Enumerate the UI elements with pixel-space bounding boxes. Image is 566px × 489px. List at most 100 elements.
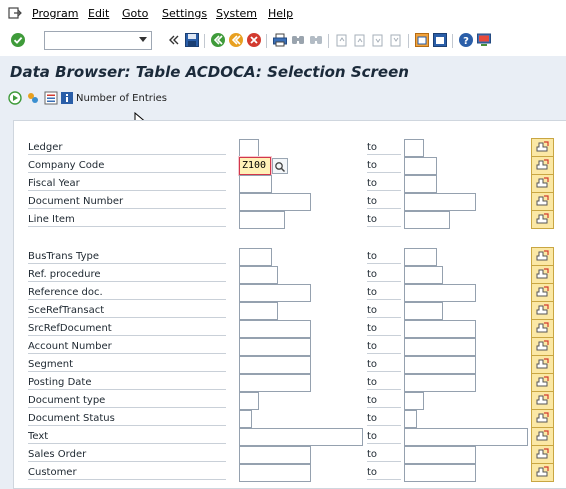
multiple-selection-button[interactable] <box>531 373 554 392</box>
next-page-icon[interactable] <box>370 32 386 48</box>
multiple-selection-button[interactable] <box>531 301 554 320</box>
multiple-selection-button[interactable] <box>531 319 554 338</box>
menu-system[interactable]: System <box>216 7 257 20</box>
high-value-input[interactable] <box>404 175 437 193</box>
low-value-input[interactable] <box>239 464 311 482</box>
high-value-input[interactable] <box>404 410 417 428</box>
low-value-input[interactable] <box>239 175 272 193</box>
menu-settings[interactable]: Settings <box>162 7 207 20</box>
menu-goto[interactable]: Goto <box>122 7 148 20</box>
high-value-input[interactable] <box>404 356 476 374</box>
multiple-selection-button[interactable] <box>531 427 554 446</box>
menu-help[interactable]: Help <box>268 7 293 20</box>
low-value-input[interactable] <box>239 410 252 428</box>
high-value-input[interactable] <box>404 392 424 410</box>
to-label: to <box>367 467 401 480</box>
multiple-selection-icon <box>536 159 549 170</box>
low-value-input[interactable] <box>239 446 311 464</box>
print-icon[interactable] <box>272 32 288 48</box>
to-label: to <box>367 305 401 318</box>
high-value-input[interactable] <box>404 284 476 302</box>
high-value-input[interactable] <box>404 464 476 482</box>
multiple-selection-button[interactable] <box>531 265 554 284</box>
help-icon[interactable]: ? <box>458 32 474 48</box>
last-page-icon[interactable] <box>388 32 404 48</box>
exit-app-icon[interactable] <box>8 6 22 20</box>
low-value-input[interactable]: Z100 <box>239 157 271 175</box>
to-label: to <box>367 395 401 408</box>
low-value-input[interactable] <box>239 338 311 356</box>
high-value-input[interactable] <box>404 446 476 464</box>
high-value-input[interactable] <box>404 302 443 320</box>
execute-icon[interactable] <box>8 91 22 105</box>
multiple-selection-button[interactable] <box>531 174 554 193</box>
enter-check-icon[interactable] <box>10 32 26 48</box>
low-value-input[interactable] <box>239 356 311 374</box>
exit-icon[interactable] <box>228 32 244 48</box>
multiple-selection-button[interactable] <box>531 391 554 410</box>
menu-program[interactable]: Program <box>32 7 78 20</box>
multiple-selection-button[interactable] <box>531 283 554 302</box>
high-value-input[interactable] <box>404 428 528 446</box>
low-value-input[interactable] <box>239 392 259 410</box>
multiple-selection-button[interactable] <box>531 445 554 464</box>
high-value-input[interactable] <box>404 193 476 211</box>
high-value-input[interactable] <box>404 374 476 392</box>
customize-layout-icon[interactable] <box>476 32 492 48</box>
find-next-icon[interactable] <box>308 32 324 48</box>
multiple-selection-button[interactable] <box>531 409 554 428</box>
low-value-input[interactable] <box>239 211 285 229</box>
previous-page-icon[interactable] <box>352 32 368 48</box>
low-value-input[interactable] <box>239 248 272 266</box>
info-icon[interactable] <box>60 91 74 105</box>
new-session-icon[interactable] <box>414 32 430 48</box>
low-value-input[interactable] <box>239 284 311 302</box>
multiple-selection-button[interactable] <box>531 138 554 157</box>
multiple-selection-button[interactable] <box>531 192 554 211</box>
low-value-input[interactable] <box>239 302 278 320</box>
number-of-entries-button[interactable]: Number of Entries <box>76 93 167 104</box>
selection-row-reference-doc: Reference doc. to <box>14 283 566 302</box>
multiple-selection-button[interactable] <box>531 355 554 374</box>
field-label: Account Number <box>28 341 226 354</box>
high-value-input[interactable] <box>404 157 437 175</box>
shortcut-icon[interactable] <box>432 32 448 48</box>
get-variant-icon[interactable] <box>26 91 40 105</box>
to-label: to <box>367 142 401 155</box>
low-value-input[interactable] <box>239 266 278 284</box>
menu-edit[interactable]: Edit <box>88 7 109 20</box>
multiple-selection-button[interactable] <box>531 210 554 229</box>
chevron-down-icon[interactable] <box>139 37 147 42</box>
save-icon[interactable] <box>184 32 200 48</box>
first-page-icon[interactable] <box>334 32 350 48</box>
high-value-input[interactable] <box>404 248 437 266</box>
cancel-icon[interactable] <box>246 32 262 48</box>
multiple-selection-button[interactable] <box>531 247 554 266</box>
low-value-input[interactable] <box>239 374 311 392</box>
toolbar-separator <box>328 34 329 48</box>
selection-row-fiscal-year: Fiscal Year to <box>14 174 566 193</box>
low-value-input[interactable] <box>239 193 311 211</box>
value-help-button[interactable] <box>272 158 288 174</box>
low-value-input[interactable] <box>239 428 363 446</box>
multiple-selection-button[interactable] <box>531 337 554 356</box>
high-value-input[interactable] <box>404 320 476 338</box>
multiple-selection-icon <box>536 286 549 297</box>
high-value-input[interactable] <box>404 139 424 157</box>
high-value-input[interactable] <box>404 338 476 356</box>
multiple-selection-button[interactable] <box>531 156 554 175</box>
field-label: SceRefTransact <box>28 305 226 318</box>
high-value-input[interactable] <box>404 266 443 284</box>
field-label: SrcRefDocument <box>28 323 226 336</box>
selection-options-icon[interactable] <box>44 91 58 105</box>
command-field[interactable] <box>44 31 152 50</box>
low-value-input[interactable] <box>239 320 311 338</box>
multiple-selection-icon <box>536 213 549 224</box>
double-left-arrow-icon[interactable] <box>166 32 182 48</box>
find-icon[interactable] <box>290 32 306 48</box>
back-icon[interactable] <box>210 32 226 48</box>
low-value-input[interactable] <box>239 139 259 157</box>
multiple-selection-button[interactable] <box>531 463 554 482</box>
field-label: Document Status <box>28 413 226 426</box>
high-value-input[interactable] <box>404 211 450 229</box>
